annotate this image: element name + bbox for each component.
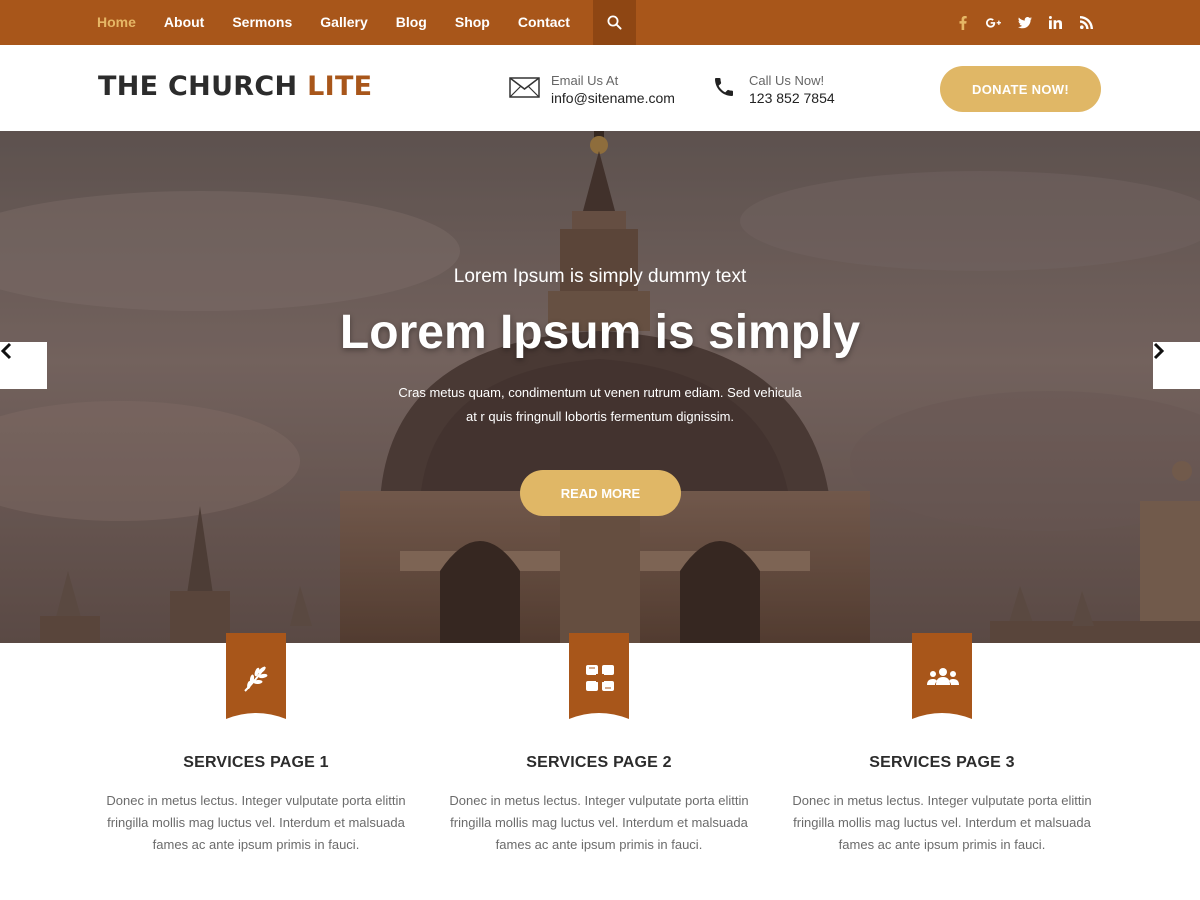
service-title[interactable]: SERVICES PAGE 1 <box>91 754 421 772</box>
hands-together-icon <box>586 665 614 691</box>
nav-item-sermons[interactable]: Sermons <box>218 0 306 45</box>
hero-title: Lorem Ipsum is simply <box>339 306 861 359</box>
search-icon <box>607 15 622 30</box>
chevron-right-icon <box>1153 342 1165 360</box>
google-plus-icon[interactable] <box>978 0 1009 45</box>
nav-item-shop[interactable]: Shop <box>441 0 504 45</box>
hero-description-line: at r quis fringnull lobortis fermentum d… <box>465 409 735 424</box>
service-title[interactable]: SERVICES PAGE 2 <box>434 754 764 772</box>
linkedin-icon[interactable] <box>1040 0 1071 45</box>
slider-next-button[interactable] <box>1153 342 1200 389</box>
service-title[interactable]: SERVICES PAGE 3 <box>777 754 1107 772</box>
rss-icon[interactable] <box>1071 0 1102 45</box>
donate-button[interactable]: DONATE NOW! <box>940 66 1101 112</box>
hero-slider: Lorem Ipsum is simply dummy text Lorem I… <box>0 131 1200 643</box>
service-description-line: fringilla mollis mag luctus vel. Interdu… <box>107 815 405 830</box>
phone-icon <box>710 72 738 102</box>
nav-item-contact[interactable]: Contact <box>504 0 584 45</box>
service-description-line: fames ac ante ipsum primis in fauci. <box>838 837 1046 852</box>
email-label: Email Us At <box>551 73 619 88</box>
service-description-line: fringilla mollis mag luctus vel. Interdu… <box>793 815 1091 830</box>
envelope-icon <box>507 72 541 102</box>
read-more-button[interactable]: READ MORE <box>520 470 681 516</box>
search-button[interactable] <box>593 0 636 45</box>
twitter-icon[interactable] <box>1009 0 1040 45</box>
service-description: Donec in metus lectus. Integer vulputate… <box>434 790 764 856</box>
main-menu: Home About Sermons Gallery Blog Shop Con… <box>83 0 584 45</box>
nav-item-home[interactable]: Home <box>83 0 150 45</box>
service-description-line: Donec in metus lectus. Integer vulputate… <box>792 793 1092 808</box>
service-description-line: fames ac ante ipsum primis in fauci. <box>152 837 360 852</box>
service-description-line: Donec in metus lectus. Integer vulputate… <box>449 793 749 808</box>
service-description: Donec in metus lectus. Integer vulputate… <box>777 790 1107 856</box>
service-description: Donec in metus lectus. Integer vulputate… <box>91 790 421 856</box>
social-links <box>947 0 1102 45</box>
hero-description: Cras metus quam, condimentum ut venen ru… <box>385 381 815 429</box>
logo-accent-text: LITE <box>307 71 373 102</box>
hero-subtitle: Lorem Ipsum is simply dummy text <box>453 266 747 287</box>
olive-branch-icon <box>244 666 268 692</box>
site-header: THE CHURCH LITE Email Us At info@sitenam… <box>0 45 1200 131</box>
nav-item-blog[interactable]: Blog <box>382 0 441 45</box>
users-group-icon <box>927 668 959 685</box>
top-navigation-bar: Home About Sermons Gallery Blog Shop Con… <box>0 0 1200 45</box>
phone-contact: Call Us Now! 123 852 7854 <box>710 72 835 108</box>
nav-item-gallery[interactable]: Gallery <box>306 0 381 45</box>
phone-value[interactable]: 123 852 7854 <box>749 89 835 108</box>
site-logo[interactable]: THE CHURCH LITE <box>98 71 372 102</box>
email-value[interactable]: info@sitename.com <box>551 89 675 108</box>
slider-prev-button[interactable] <box>0 342 47 389</box>
service-description-line: fringilla mollis mag luctus vel. Interdu… <box>450 815 748 830</box>
logo-main-text: THE CHURCH <box>98 71 298 102</box>
service-description-line: Donec in metus lectus. Integer vulputate… <box>106 793 406 808</box>
email-contact: Email Us At info@sitename.com <box>507 72 675 108</box>
phone-label: Call Us Now! <box>749 73 825 88</box>
hero-description-line: Cras metus quam, condimentum ut venen ru… <box>398 385 802 400</box>
facebook-icon[interactable] <box>947 0 978 45</box>
services-section: SERVICES PAGE 1 Donec in metus lectus. I… <box>0 633 1200 900</box>
nav-item-about[interactable]: About <box>150 0 218 45</box>
service-description-line: fames ac ante ipsum primis in fauci. <box>495 837 703 852</box>
chevron-left-icon <box>0 342 12 360</box>
